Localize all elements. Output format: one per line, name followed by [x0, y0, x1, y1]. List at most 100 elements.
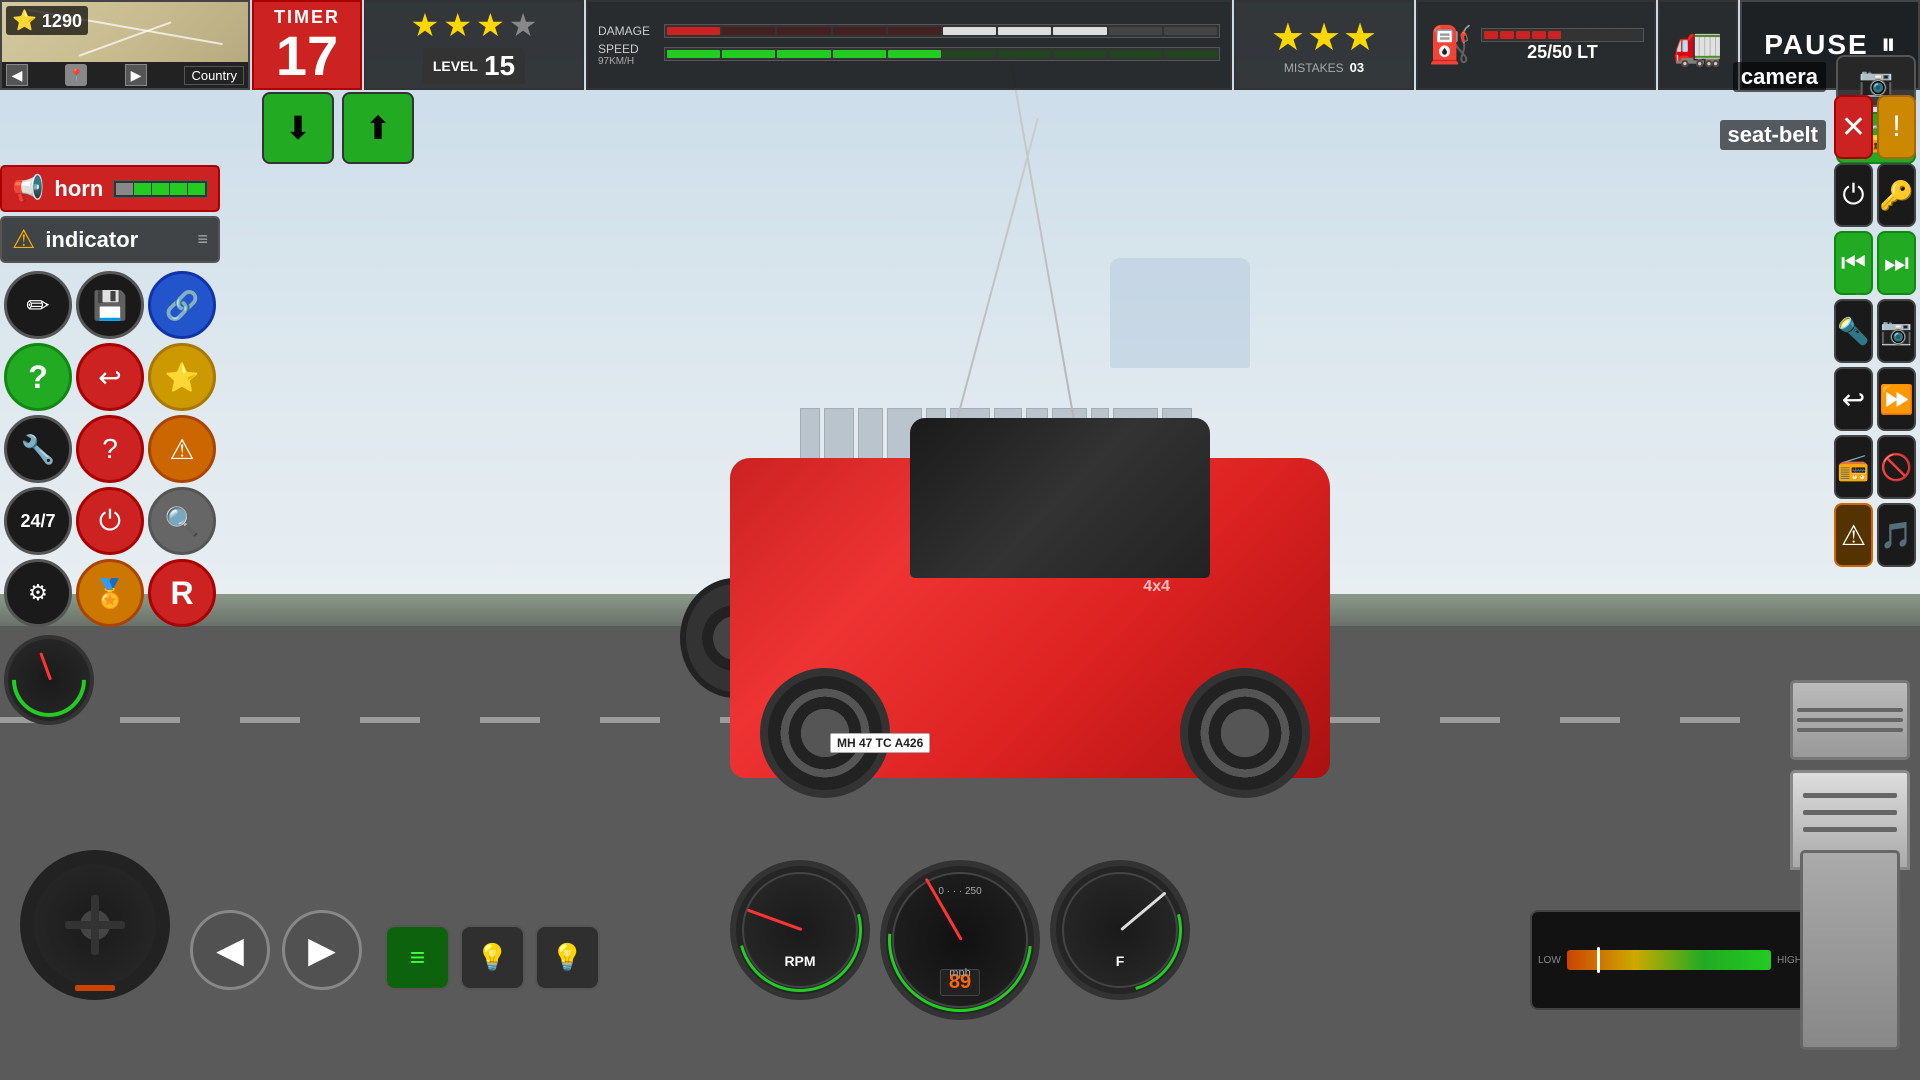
gas-pedal[interactable]	[1790, 770, 1910, 1050]
time247-btn[interactable]: 24/7	[4, 487, 72, 555]
medal-btn[interactable]: 🏅	[76, 559, 144, 627]
speed-seg-4	[833, 50, 886, 58]
seatbelt-label-row: seat-belt	[1720, 120, 1826, 150]
map-next-btn[interactable]: ▶	[125, 64, 147, 86]
power-btn[interactable]: ⏻	[1834, 163, 1873, 227]
fog-light-btn[interactable]: ≡	[385, 925, 450, 990]
speed-label: SPEED 97KM/H	[598, 42, 658, 67]
center-star-3: ★	[1343, 15, 1377, 60]
prev-btn[interactable]: ⏮	[1834, 231, 1873, 295]
car-wheel-front	[1180, 668, 1310, 798]
zoom-btn[interactable]: 🔍	[148, 487, 216, 555]
star-2: ★	[443, 6, 472, 44]
music-btn[interactable]: 🎵	[1877, 503, 1916, 567]
seatbelt-label: seat-belt	[1720, 120, 1826, 150]
horn-seg-1	[116, 183, 133, 195]
top-bar: ⭐ 1290 ◀ 📍 ▶ Country TIMER 17 ★ ★ ★ ★	[0, 0, 1920, 90]
indicator-row: ⚠ indicator ≡	[0, 216, 220, 263]
radio-btn[interactable]: 📻	[1834, 435, 1873, 499]
fuel-seg-7	[1579, 31, 1593, 39]
ff-btn[interactable]: ⏩	[1877, 367, 1916, 431]
share-btn[interactable]: 🔗	[148, 271, 216, 339]
warning-btn[interactable]: !	[1877, 95, 1916, 159]
save-btn[interactable]: 💾	[76, 271, 144, 339]
favorite-btn[interactable]: ⭐	[148, 343, 216, 411]
brake-line-2	[1797, 718, 1903, 722]
center-stars-box: ★ ★ ★ MISTAKES 03	[1234, 0, 1414, 90]
rpm-gauge: RPM	[730, 860, 870, 1000]
fuel-seg-10	[1627, 31, 1641, 39]
power2-btn[interactable]: ⏻	[76, 487, 144, 555]
horn-fuel-track	[113, 180, 208, 198]
pedal-line-1	[1803, 793, 1897, 798]
reset-btn[interactable]: R	[148, 559, 216, 627]
fuel-box: ⛽ 25/50 LT	[1416, 0, 1656, 90]
speed-seg-5	[888, 50, 941, 58]
mini-gauge-bar	[1567, 950, 1771, 970]
mistakes-value: 03	[1350, 60, 1364, 75]
fuel-seg-2	[1500, 31, 1514, 39]
speed-seg-7	[998, 50, 1051, 58]
timer-value: 17	[276, 28, 338, 84]
mini-gauges: LOW HIGH	[1530, 910, 1810, 1010]
fuel-seg-5	[1548, 31, 1562, 39]
horn-seg-4	[170, 183, 187, 195]
photo-btn[interactable]: 📷	[1877, 299, 1916, 363]
gear-up-btn[interactable]: ⬆	[342, 92, 414, 164]
star-3: ★	[476, 6, 505, 44]
damage-seg-6	[943, 27, 996, 35]
horn-label: horn	[54, 176, 103, 202]
fuel-seg-4	[1532, 31, 1546, 39]
headlight-low-btn[interactable]: 💡	[460, 925, 525, 990]
turnaround-btn[interactable]: ↩	[76, 343, 144, 411]
pedal-lines	[1803, 793, 1897, 832]
edit-btn[interactable]: ✏	[4, 271, 72, 339]
help-btn[interactable]: ?	[4, 343, 72, 411]
fuel-arc	[1035, 845, 1204, 1014]
damage-seg-2	[722, 27, 775, 35]
wrench2-btn[interactable]: ⚙	[4, 559, 72, 627]
speed-seg-8	[1053, 50, 1106, 58]
car-window	[1110, 258, 1250, 368]
fuel-seg-8	[1595, 31, 1609, 39]
speed-seg-3	[777, 50, 830, 58]
speed-seg-9	[1109, 50, 1162, 58]
nav-back-btn[interactable]: ◀	[190, 910, 270, 990]
alert-btn[interactable]: ⚠	[1834, 503, 1873, 567]
tools-btn[interactable]: 🔧	[4, 415, 72, 483]
nav-forward-btn[interactable]: ▶	[282, 910, 362, 990]
pedal-base	[1800, 850, 1900, 1050]
map-prev-btn[interactable]: ◀	[6, 64, 28, 86]
warning2-btn[interactable]: ⚠	[148, 415, 216, 483]
undo-btn[interactable]: ↩	[1834, 367, 1873, 431]
player-car: MH 47 TC A426 4x4	[680, 358, 1380, 778]
damage-speed-bars: DAMAGE SPEED 97KM/H	[586, 0, 1232, 90]
mini-gauge-needle	[1597, 947, 1600, 973]
close-btn[interactable]: ✕	[1834, 95, 1873, 159]
key-btn[interactable]: 🔑	[1877, 163, 1916, 227]
rpm-arc	[715, 845, 884, 1014]
no-signal-btn[interactable]: 🚫	[1877, 435, 1916, 499]
speed-seg-6	[943, 50, 996, 58]
damage-label: DAMAGE	[598, 24, 658, 38]
mistakes-label: MISTAKES	[1284, 61, 1344, 75]
gear-buttons: ⬇ ⬆	[262, 92, 414, 164]
stars-row: ★ ★ ★ ★	[411, 6, 538, 44]
horn-seg-3	[152, 183, 169, 195]
speedometers: RPM 89 mph 0 · · · 250 F	[550, 860, 1370, 1020]
license-plate: MH 47 TC A426	[830, 733, 930, 753]
gear-down-btn[interactable]: ⬇	[262, 92, 334, 164]
map-location-icon: 📍	[65, 64, 87, 86]
stars-level-box: ★ ★ ★ ★ LEVEL 15	[364, 0, 584, 90]
flashlight-btn[interactable]: 🔦	[1834, 299, 1873, 363]
fuel-bar-area: 25/50 LT	[1481, 28, 1644, 63]
question-btn[interactable]: ?	[76, 415, 144, 483]
next-btn[interactable]: ⏭	[1877, 231, 1916, 295]
map-gps: ⭐ 1290 ◀ 📍 ▶ Country	[0, 0, 250, 90]
steering-wheel[interactable]	[20, 850, 170, 1000]
map-country-label: Country	[184, 66, 244, 85]
damage-seg-5	[888, 27, 941, 35]
map-footer: ◀ 📍 ▶ Country	[2, 62, 248, 88]
brake-pedal[interactable]	[1790, 680, 1910, 760]
brake-pedal-area	[1790, 680, 1910, 760]
